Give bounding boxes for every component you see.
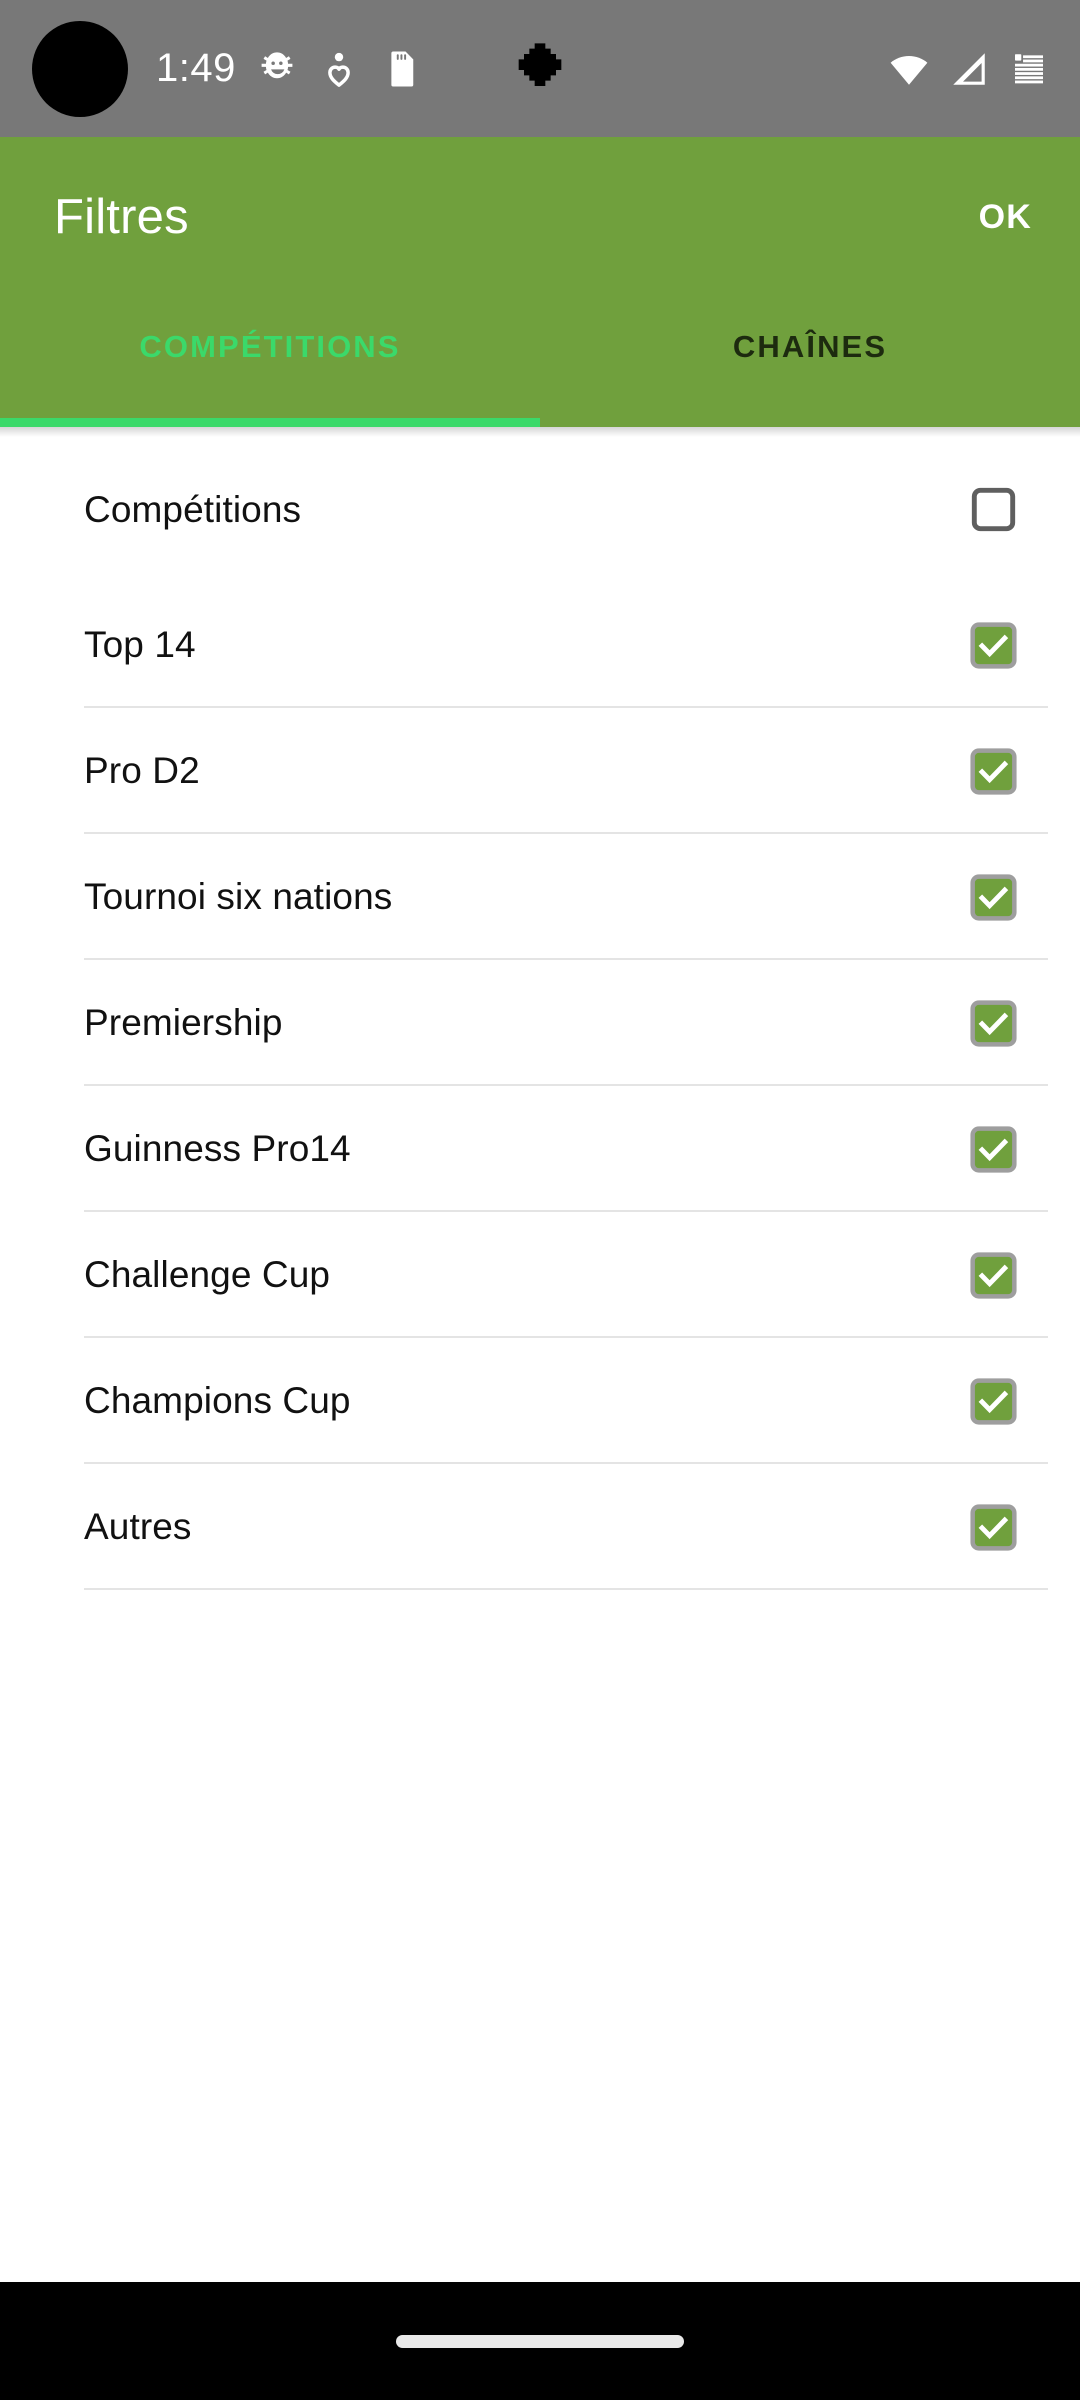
cellular-signal-icon: [948, 48, 990, 90]
sd-card-icon: [380, 48, 422, 90]
status-bar-clock: 1:49: [156, 46, 236, 90]
checkbox-checked[interactable]: [969, 873, 1018, 922]
list-item-label: Guinness Pro14: [84, 1128, 351, 1169]
list-item-challenge-cup[interactable]: Challenge Cup: [0, 1212, 1080, 1338]
checkbox-checked[interactable]: [969, 1251, 1018, 1300]
list-item-label: Challenge Cup: [84, 1254, 331, 1295]
tab-competitions[interactable]: COMPÉTITIONS: [0, 297, 540, 427]
wifi-icon: [888, 48, 930, 90]
app-bar-shadow: [0, 427, 1080, 437]
battery-icon: [1008, 48, 1050, 90]
person-heart-icon: [318, 48, 360, 90]
list-item-tournoi-six-nations[interactable]: Tournoi six nations: [0, 834, 1080, 960]
list-item-champions-cup[interactable]: Champions Cup: [0, 1338, 1080, 1464]
list-item-label: Autres: [84, 1506, 192, 1547]
camera-punch-hole-icon: [32, 20, 128, 117]
filters-screen: 1:49 Filtres OK COMPÉTITIONS CHAÎNES Com…: [0, 0, 1080, 2400]
ok-button[interactable]: OK: [979, 200, 1032, 234]
list-item-autres[interactable]: Autres: [0, 1464, 1080, 1590]
checkbox-checked[interactable]: [969, 747, 1018, 796]
tab-active-indicator: [0, 418, 540, 427]
tab-chaines-label: CHAÎNES: [732, 329, 888, 364]
list-item-competitions[interactable]: Compétitions: [0, 437, 1080, 582]
center-camera-cutout-icon: [508, 38, 572, 102]
status-bar-right: [888, 48, 1050, 90]
checkbox-checked[interactable]: [969, 621, 1018, 670]
checkbox-checked[interactable]: [969, 1125, 1018, 1174]
list-item-label: Pro D2: [84, 750, 200, 791]
app-bar-top-row: Filtres OK: [0, 137, 1080, 297]
list-item-premiership[interactable]: Premiership: [0, 960, 1080, 1086]
row-divider: [84, 1588, 1048, 1590]
list-item-label: Compétitions: [84, 488, 302, 530]
checkbox-checked[interactable]: [969, 999, 1018, 1048]
list-item-label: Tournoi six nations: [84, 876, 393, 917]
tab-bar: COMPÉTITIONS CHAÎNES: [0, 297, 1080, 427]
list-item-label: Champions Cup: [84, 1380, 351, 1421]
tab-chaines[interactable]: CHAÎNES: [540, 297, 1080, 427]
competitions-list: Compétitions Top 14 Pro D2 Tournoi six n…: [0, 437, 1080, 1590]
checkbox-checked[interactable]: [969, 1377, 1018, 1426]
list-item-top-14[interactable]: Top 14: [0, 582, 1080, 708]
status-bar: 1:49: [0, 0, 1080, 137]
list-item-label: Premiership: [84, 1002, 283, 1043]
system-navigation-bar: [0, 2282, 1080, 2400]
list-item-guinness-pro14[interactable]: Guinness Pro14: [0, 1086, 1080, 1212]
bug-icon: [256, 48, 298, 90]
tab-competitions-label: COMPÉTITIONS: [139, 329, 401, 364]
checkbox-unchecked[interactable]: [969, 485, 1018, 534]
list-item-pro-d2[interactable]: Pro D2: [0, 708, 1080, 834]
status-bar-left: 1:49: [0, 0, 422, 137]
checkbox-checked[interactable]: [969, 1503, 1018, 1552]
list-item-label: Top 14: [84, 624, 196, 665]
app-bar: Filtres OK COMPÉTITIONS CHAÎNES: [0, 137, 1080, 427]
home-gesture-pill[interactable]: [396, 2334, 684, 2348]
page-title: Filtres: [54, 189, 189, 244]
